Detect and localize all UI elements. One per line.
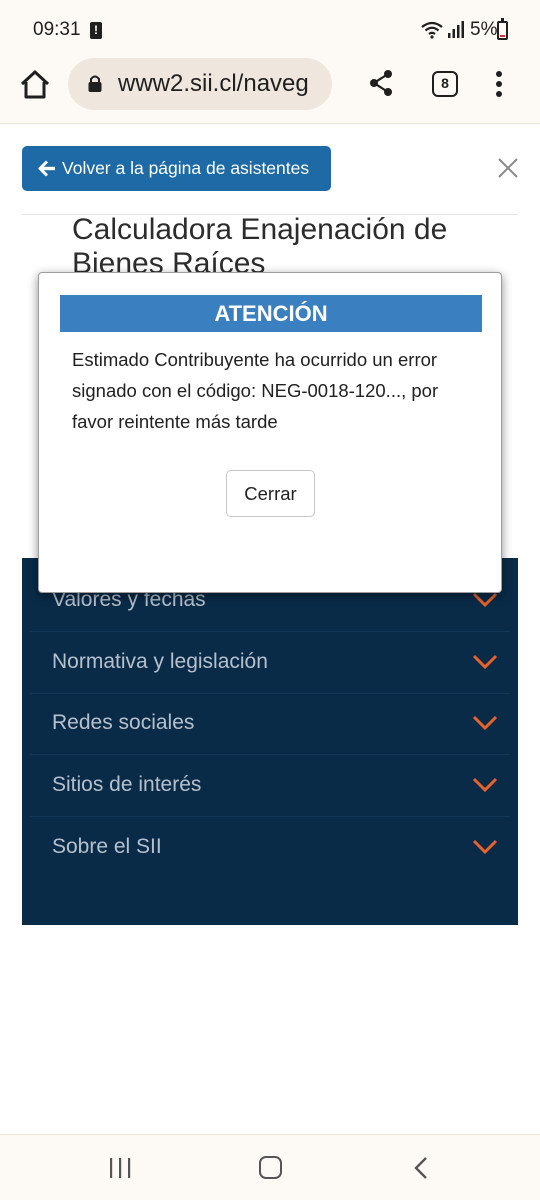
- battery-percent: 5%: [470, 19, 498, 40]
- lock-icon: [88, 75, 102, 92]
- error-dialog: ATENCIÓN Estimado Contribuyente ha ocurr…: [38, 272, 502, 593]
- home-nav-icon[interactable]: [259, 1156, 282, 1179]
- alert-icon: !: [90, 22, 102, 39]
- dialog-message: Estimado Contribuyente ha ocurrido un er…: [72, 349, 439, 432]
- home-icon[interactable]: [18, 68, 52, 102]
- system-nav-bar: [0, 1134, 540, 1200]
- status-bar: 09:31 ! 5%: [0, 0, 540, 58]
- status-time: 09:31: [33, 19, 81, 40]
- more-options-icon[interactable]: [494, 70, 504, 98]
- address-bar[interactable]: www2.sii.cl/naveg: [68, 58, 332, 110]
- dialog-title: ATENCIÓN: [60, 295, 482, 332]
- signal-icon: [448, 21, 464, 38]
- recents-icon[interactable]: [108, 1157, 132, 1179]
- browser-toolbar: www2.sii.cl/naveg 8: [0, 58, 540, 124]
- tabs-counter-button[interactable]: 8: [432, 71, 458, 97]
- battery-icon: [497, 18, 508, 40]
- share-icon[interactable]: [368, 68, 394, 98]
- back-nav-icon[interactable]: [413, 1156, 429, 1180]
- wifi-icon: [421, 21, 443, 39]
- url-text: www2.sii.cl/naveg: [118, 70, 309, 97]
- close-dialog-button[interactable]: Cerrar: [226, 470, 315, 517]
